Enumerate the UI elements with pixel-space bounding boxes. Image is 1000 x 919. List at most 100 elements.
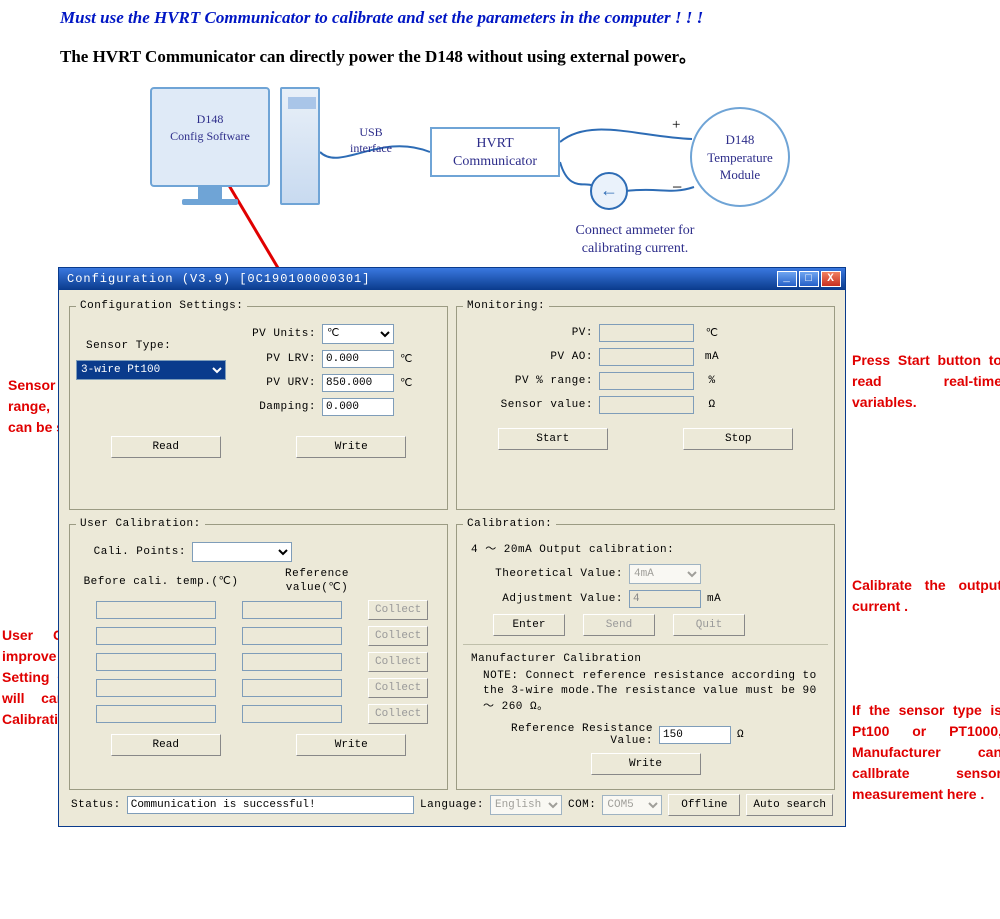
pv-lrv-input[interactable] bbox=[322, 350, 394, 368]
ref-val-1 bbox=[242, 601, 342, 619]
calibration-group: Calibration: 4 ～ 20mA Output calibration… bbox=[456, 518, 835, 790]
annotation-calibrate: Calibrate the output current . bbox=[852, 575, 1000, 617]
com-select[interactable]: COM5 bbox=[602, 795, 662, 815]
pvao-value bbox=[599, 348, 694, 366]
config-read-button[interactable]: Read bbox=[111, 436, 221, 458]
monitoring-legend: Monitoring: bbox=[463, 300, 549, 312]
pvrange-unit: % bbox=[700, 375, 724, 387]
close-button[interactable]: X bbox=[821, 271, 841, 287]
config-settings-group: Configuration Settings: Sensor Type: 3-w… bbox=[69, 300, 448, 510]
calibration-legend: Calibration: bbox=[463, 518, 556, 530]
ref-val-3 bbox=[242, 653, 342, 671]
cali-points-select[interactable] bbox=[192, 542, 292, 562]
usb-label: USB interface bbox=[350, 125, 392, 156]
cali-points-label: Cali. Points: bbox=[76, 546, 186, 558]
pv-label: PV: bbox=[463, 327, 593, 339]
window-title: Configuration (V3.9) [0C190100000301] bbox=[67, 272, 370, 286]
config-legend: Configuration Settings: bbox=[76, 300, 247, 312]
autosearch-button[interactable]: Auto search bbox=[746, 794, 833, 816]
collect-button-3: Collect bbox=[368, 652, 428, 672]
sensor-type-select[interactable]: 3-wire Pt100 bbox=[76, 360, 226, 380]
pc-tower-icon bbox=[280, 87, 320, 205]
language-select[interactable]: English bbox=[490, 795, 562, 815]
ref-val-5 bbox=[242, 705, 342, 723]
connection-diagram: D148 Config Software USB interface HVRT … bbox=[0, 77, 1000, 267]
titlebar: Configuration (V3.9) [0C190100000301] _ … bbox=[59, 268, 845, 290]
status-label: Status: bbox=[71, 799, 121, 811]
pvrange-value bbox=[599, 372, 694, 390]
theoretical-select: 4mA bbox=[629, 564, 701, 584]
usercal-read-button[interactable]: Read bbox=[111, 734, 221, 756]
send-button: Send bbox=[583, 614, 655, 636]
before-val-3 bbox=[96, 653, 216, 671]
pv-value bbox=[599, 324, 694, 342]
sensorval-label: Sensor value: bbox=[463, 399, 593, 411]
before-val-5 bbox=[96, 705, 216, 723]
stop-button[interactable]: Stop bbox=[683, 428, 793, 450]
before-val-1 bbox=[96, 601, 216, 619]
user-calibration-group: User Calibration: Cali. Points: Before c… bbox=[69, 518, 448, 790]
pv-units-select[interactable]: ℃ bbox=[322, 324, 394, 344]
ammeter-icon bbox=[590, 172, 628, 210]
pv-units-label: PV Units: bbox=[236, 328, 316, 340]
sensorval-value bbox=[599, 396, 694, 414]
maximize-button[interactable]: □ bbox=[799, 271, 819, 287]
pv-unit: ℃ bbox=[700, 326, 724, 340]
annotation-manufacturer: If the sensor type is Pt100 or PT1000, M… bbox=[852, 700, 1000, 805]
pv-urv-unit: ℃ bbox=[400, 376, 413, 390]
collect-button-2: Collect bbox=[368, 626, 428, 646]
ref-val-4 bbox=[242, 679, 342, 697]
status-field bbox=[127, 796, 414, 814]
com-label: COM: bbox=[568, 799, 596, 811]
monitor-icon: D148 Config Software bbox=[150, 87, 270, 187]
start-button[interactable]: Start bbox=[498, 428, 608, 450]
collect-button-5: Collect bbox=[368, 704, 428, 724]
minus-terminal: − bbox=[672, 177, 682, 198]
pvao-unit: mA bbox=[700, 351, 724, 363]
ref-val-2 bbox=[242, 627, 342, 645]
pvao-label: PV AO: bbox=[463, 351, 593, 363]
pv-lrv-label: PV LRV: bbox=[236, 353, 316, 365]
plus-terminal: + bbox=[672, 117, 680, 134]
damping-input[interactable] bbox=[322, 398, 394, 416]
usercal-write-button[interactable]: Write bbox=[296, 734, 406, 756]
refres-input[interactable] bbox=[659, 726, 731, 744]
sensor-type-label: Sensor Type: bbox=[86, 340, 236, 352]
quit-button: Quit bbox=[673, 614, 745, 636]
ammeter-text: Connect ammeter for calibrating current. bbox=[545, 222, 725, 258]
monitor-text: D148 Config Software bbox=[152, 111, 268, 145]
output-cal-title: 4 ～ 20mA Output calibration: bbox=[471, 540, 828, 556]
enter-button[interactable]: Enter bbox=[493, 614, 565, 636]
pv-urv-label: PV URV: bbox=[236, 377, 316, 389]
user-cal-legend: User Calibration: bbox=[76, 518, 205, 530]
d148-module-icon: D148 Temperature Module bbox=[690, 107, 790, 207]
theoretical-label: Theoretical Value: bbox=[463, 568, 623, 580]
before-val-2 bbox=[96, 627, 216, 645]
manuf-write-button[interactable]: Write bbox=[591, 753, 701, 775]
language-label: Language: bbox=[420, 799, 484, 811]
damping-label: Damping: bbox=[236, 401, 316, 413]
annotation-start: Press Start button to read real-time var… bbox=[852, 350, 1000, 413]
before-cali-header: Before cali. temp.(℃) bbox=[76, 574, 246, 588]
sensorval-unit: Ω bbox=[700, 399, 724, 411]
reference-header: Reference value(℃) bbox=[252, 568, 382, 594]
collect-button-1: Collect bbox=[368, 600, 428, 620]
config-window: Configuration (V3.9) [0C190100000301] _ … bbox=[58, 267, 846, 827]
manuf-note: NOTE: Connect reference resistance accor… bbox=[483, 669, 820, 715]
pv-urv-input[interactable] bbox=[322, 374, 394, 392]
monitoring-group: Monitoring: PV: ℃ PV AO: mA PV % range: … bbox=[456, 300, 835, 510]
headline-info: The HVRT Communicator can directly power… bbox=[0, 36, 1000, 77]
refres-label: Reference Resistance Value: bbox=[463, 723, 653, 747]
refres-unit: Ω bbox=[737, 729, 744, 741]
pvrange-label: PV % range: bbox=[463, 375, 593, 387]
before-val-4 bbox=[96, 679, 216, 697]
headline-warning: Must use the HVRT Communicator to calibr… bbox=[0, 0, 1000, 36]
hvrt-box: HVRT Communicator bbox=[430, 127, 560, 177]
minimize-button[interactable]: _ bbox=[777, 271, 797, 287]
manuf-cal-title: Manufacturer Calibration bbox=[471, 653, 828, 665]
collect-button-4: Collect bbox=[368, 678, 428, 698]
offline-button[interactable]: Offline bbox=[668, 794, 740, 816]
adjust-label: Adjustment Value: bbox=[463, 593, 623, 605]
config-write-button[interactable]: Write bbox=[296, 436, 406, 458]
pv-lrv-unit: ℃ bbox=[400, 352, 413, 366]
